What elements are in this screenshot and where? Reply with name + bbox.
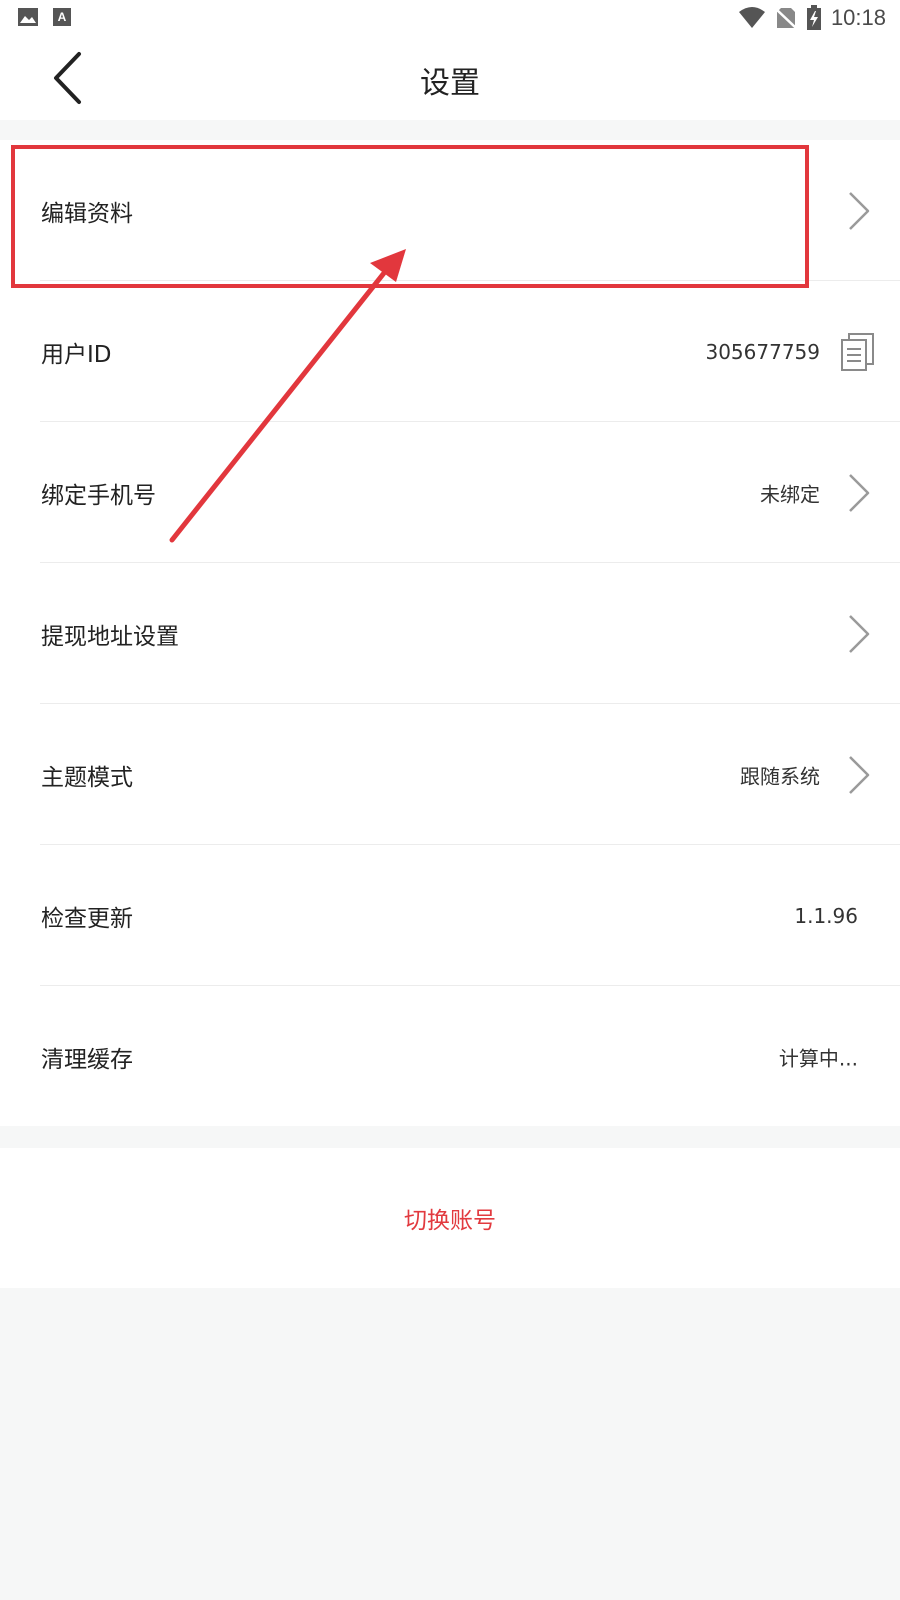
wifi-icon [739,7,765,28]
no-sim-icon [776,8,796,29]
app-version-value: 1.1.96 [794,903,858,928]
settings-item-withdraw-address[interactable]: 提现地址设置 [0,563,900,704]
settings-item-label: 编辑资料 [41,200,133,227]
chevron-right-icon [849,755,870,794]
chevron-right-icon [849,191,870,230]
chevron-right-icon [849,614,870,653]
settings-item-edit-profile[interactable]: 编辑资料 [0,140,900,281]
settings-item-label: 主题模式 [41,764,133,791]
settings-item-theme-mode[interactable]: 主题模式 跟随系统 [0,704,900,845]
settings-item-clear-cache[interactable]: 清理缓存 计算中... [0,986,900,1127]
battery-charging-icon [807,5,821,30]
chevron-right-icon [849,473,870,512]
cache-size-value: 计算中... [778,1046,858,1070]
settings-item-bind-phone[interactable]: 绑定手机号 未绑定 [0,422,900,563]
status-bar: A 10:18 [0,0,900,36]
settings-item-check-update[interactable]: 检查更新 1.1.96 [0,845,900,986]
status-time: 10:18 [830,5,886,30]
image-icon [18,8,38,26]
text-a-icon: A [53,8,71,26]
switch-account-button[interactable]: 切换账号 [0,1201,900,1235]
app-bar: 设置 [0,36,900,120]
settings-item-user-id[interactable]: 用户ID 305677759 [0,281,900,422]
bind-phone-status: 未绑定 [760,482,820,506]
settings-item-label: 检查更新 [41,905,133,932]
svg-text:A: A [58,10,67,24]
settings-list: 编辑资料 用户ID 305677759 绑定手机号 未绑定 提现地址设置 主题模… [0,140,900,1126]
settings-item-label: 清理缓存 [41,1046,133,1073]
copy-icon[interactable] [840,332,876,372]
settings-item-label: 绑定手机号 [41,482,156,509]
settings-item-label: 提现地址设置 [41,623,179,650]
settings-item-label: 用户ID [41,341,112,368]
switch-account-section: 切换账号 [0,1148,900,1288]
page-title: 设置 [420,66,480,101]
user-id-value: 305677759 [705,339,820,364]
theme-mode-value: 跟随系统 [740,764,820,788]
